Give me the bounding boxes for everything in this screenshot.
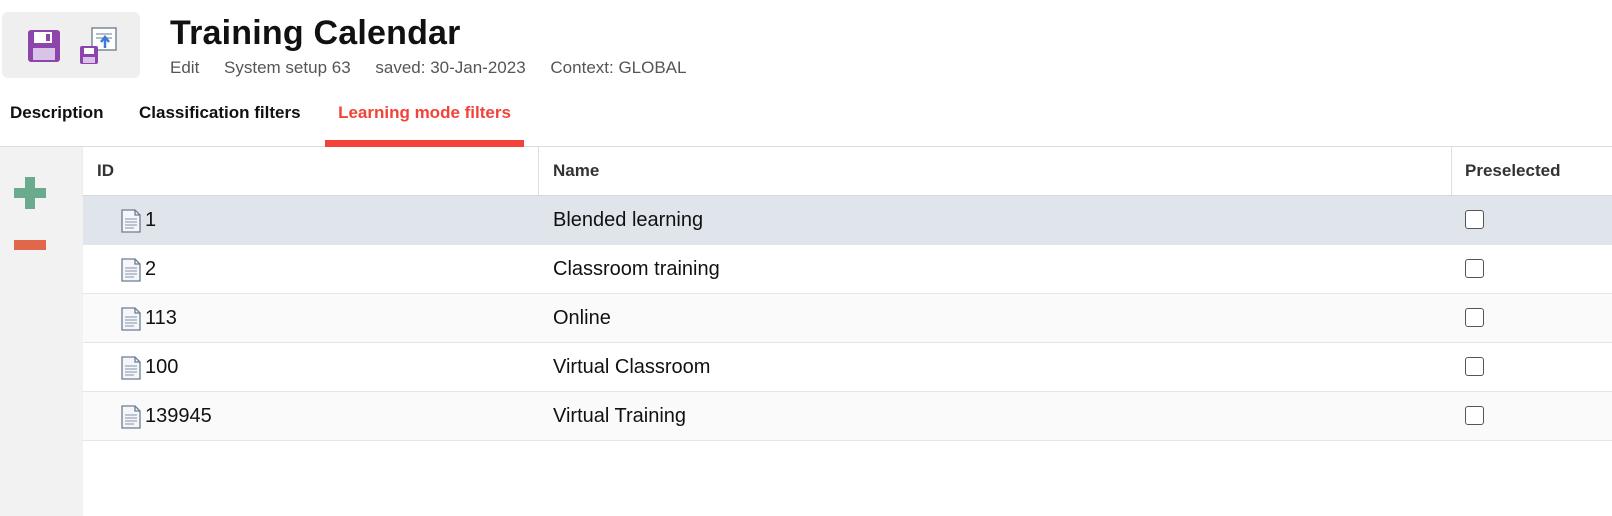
row-id: 1 xyxy=(145,209,157,231)
document-icon xyxy=(121,258,141,282)
toolbar xyxy=(2,12,140,78)
row-id: 139945 xyxy=(145,405,212,427)
row-name: Virtual Classroom xyxy=(553,356,711,378)
mode-label: Edit xyxy=(170,58,200,77)
column-header-name[interactable]: Name xyxy=(553,147,599,195)
system-label: System setup 63 xyxy=(224,58,351,77)
save-button[interactable] xyxy=(24,26,64,66)
tab-description[interactable]: Description xyxy=(10,96,104,146)
row-name: Virtual Training xyxy=(553,405,687,427)
preselected-checkbox[interactable] xyxy=(1465,308,1484,327)
preselected-checkbox[interactable] xyxy=(1465,406,1484,425)
page-meta: Edit System setup 63 saved: 30-Jan-2023 … xyxy=(170,58,706,78)
row-id: 2 xyxy=(145,258,157,280)
save-as-icon xyxy=(80,27,117,64)
floppy-disk-icon xyxy=(28,30,60,62)
column-header-preselected[interactable]: Preselected xyxy=(1465,147,1560,195)
table-row[interactable]: 113 Online xyxy=(83,294,1612,343)
filters-grid: ID Name Preselected 1 Blended learning 2… xyxy=(83,147,1612,516)
tab-classification-filters[interactable]: Classification filters xyxy=(139,96,301,146)
page-title: Training Calendar xyxy=(170,14,461,52)
add-button[interactable] xyxy=(12,175,48,211)
row-name: Classroom training xyxy=(553,258,720,280)
row-name: Online xyxy=(553,307,611,329)
row-id: 100 xyxy=(145,356,179,378)
tab-bar: Description Classification filters Learn… xyxy=(0,96,1612,147)
document-icon xyxy=(121,307,141,331)
column-header-id[interactable]: ID xyxy=(97,147,114,195)
preselected-checkbox[interactable] xyxy=(1465,210,1484,229)
remove-button[interactable] xyxy=(12,229,48,265)
action-sidebar xyxy=(0,147,83,516)
table-row[interactable]: 2 Classroom training xyxy=(83,245,1612,294)
document-icon xyxy=(121,209,141,233)
preselected-checkbox[interactable] xyxy=(1465,259,1484,278)
grid-header: ID Name Preselected xyxy=(83,147,1612,196)
column-divider[interactable] xyxy=(1451,147,1452,195)
saved-date: saved: 30-Jan-2023 xyxy=(375,58,526,77)
table-row[interactable]: 100 Virtual Classroom xyxy=(83,343,1612,392)
tab-learning-mode-filters[interactable]: Learning mode filters xyxy=(325,96,524,147)
document-icon xyxy=(121,356,141,380)
plus-icon xyxy=(14,177,46,209)
table-row[interactable]: 1 Blended learning xyxy=(83,196,1612,245)
context-label: Context: GLOBAL xyxy=(550,58,687,77)
column-divider[interactable] xyxy=(538,147,539,195)
preselected-checkbox[interactable] xyxy=(1465,357,1484,376)
save-as-button[interactable] xyxy=(78,26,118,66)
minus-icon xyxy=(14,240,46,250)
grid-body: 1 Blended learning 2 Classroom training … xyxy=(83,196,1612,441)
document-icon xyxy=(121,405,141,429)
row-id: 113 xyxy=(145,307,177,329)
table-row[interactable]: 139945 Virtual Training xyxy=(83,392,1612,441)
row-name: Blended learning xyxy=(553,209,704,231)
